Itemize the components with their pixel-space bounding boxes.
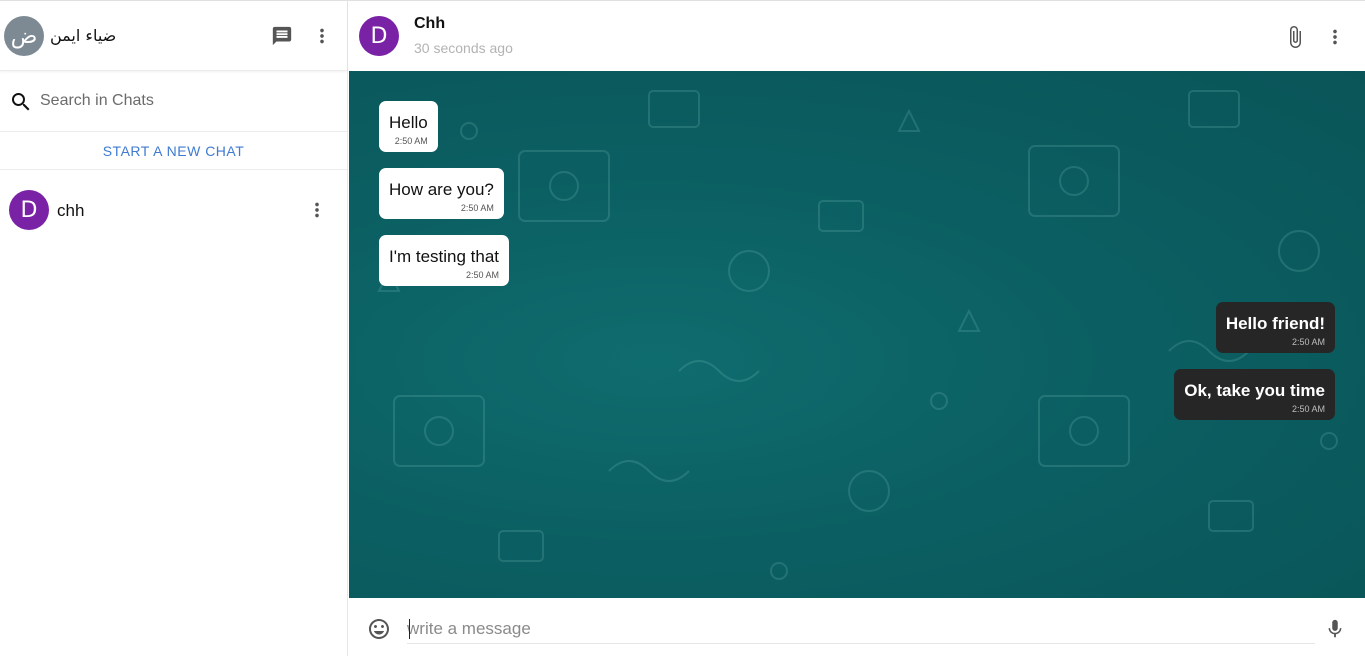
attach-icon[interactable]: [1283, 25, 1307, 49]
chat-item-more-vert-icon[interactable]: [305, 198, 329, 222]
message-text: Ok, take you time: [1184, 381, 1325, 400]
message-time: 2:50 AM: [1291, 337, 1325, 347]
contact-avatar-header[interactable]: D: [359, 16, 399, 56]
my-name: ضياء ايمن: [50, 26, 117, 45]
chat-list-item-name: chh: [57, 201, 85, 220]
message-text: Hello: [389, 113, 428, 132]
last-seen-status: 30 seconds ago: [414, 40, 513, 56]
contact-name: Chh: [414, 15, 446, 32]
conversation-panel: D Chh 30 seconds ago Hello 2:50 AM How a…: [349, 1, 1365, 656]
new-chat-icon[interactable]: [270, 24, 294, 48]
search-bar: [0, 71, 347, 132]
more-vert-icon[interactable]: [310, 24, 334, 48]
microphone-icon[interactable]: [1323, 617, 1347, 641]
message-time: 2:50 AM: [460, 203, 494, 213]
text-caret: [409, 619, 410, 639]
message-bubble-incoming[interactable]: Hello 2:50 AM: [379, 101, 438, 152]
search-icon: [9, 90, 33, 114]
message-bubble-outgoing[interactable]: Ok, take you time 2:50 AM: [1174, 369, 1335, 420]
message-time: 2:50 AM: [1291, 404, 1325, 414]
start-new-chat-button[interactable]: START A NEW CHAT: [0, 132, 347, 170]
sidebar: ض ضياء ايمن START A NEW CHAT D chh: [0, 1, 348, 656]
message-input[interactable]: [407, 614, 1315, 644]
message-time: 2:50 AM: [394, 136, 428, 146]
message-composer: [349, 598, 1365, 656]
sidebar-header: ض ضياء ايمن: [0, 1, 347, 71]
chat-list-item[interactable]: D chh: [0, 170, 347, 250]
conversation-more-vert-icon[interactable]: [1323, 25, 1347, 49]
message-bubble-outgoing[interactable]: Hello friend! 2:50 AM: [1215, 302, 1335, 353]
message-time: 2:50 AM: [466, 270, 500, 280]
emoji-icon[interactable]: [367, 617, 391, 641]
message-text: I'm testing that: [389, 247, 500, 266]
conversation-header: D Chh 30 seconds ago: [349, 1, 1365, 71]
contact-avatar: D: [9, 190, 49, 230]
search-input[interactable]: [40, 87, 330, 115]
message-text: How are you?: [389, 180, 494, 199]
message-list[interactable]: Hello 2:50 AM How are you? 2:50 AM I'm t…: [349, 71, 1365, 598]
message-bubble-incoming[interactable]: I'm testing that 2:50 AM: [379, 235, 510, 286]
chat-background-pattern: [377, 90, 1338, 580]
chat-app: ض ضياء ايمن START A NEW CHAT D chh: [0, 0, 1365, 656]
my-avatar[interactable]: ض: [4, 16, 44, 56]
message-bubble-incoming[interactable]: How are you? 2:50 AM: [379, 168, 504, 219]
message-text: Hello friend!: [1225, 314, 1325, 333]
